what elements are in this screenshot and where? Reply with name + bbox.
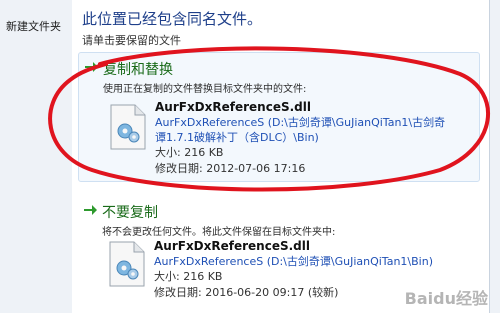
source-file-path-line1: AurFxDxReferenceS (D:\古剑奇谭\GuJianQiTan1\… bbox=[155, 116, 446, 129]
destination-file-name: AurFxDxReferenceS.dll bbox=[154, 239, 310, 253]
source-file-details: AurFxDxReferenceS.dll AurFxDxReferenceS … bbox=[155, 99, 455, 177]
arrow-right-icon bbox=[84, 205, 97, 215]
dialog-heading: 此位置已经包含同名文件。 bbox=[82, 10, 263, 28]
screenshot-stage: 新建文件夹 此位置已经包含同名文件。 请单击要保留的文件 复制和替换 使用正在复… bbox=[0, 0, 500, 313]
dialog-subheading: 请单击要保留的文件 bbox=[82, 34, 181, 47]
dont-copy-title: 不要复制 bbox=[102, 205, 158, 221]
source-file-size: 大小: 216 KB bbox=[155, 146, 224, 159]
arrow-right-icon bbox=[85, 62, 98, 72]
dont-copy-description: 将不会更改任何文件。将此文件保留在目标文件夹中: bbox=[102, 227, 336, 238]
dll-file-icon bbox=[110, 104, 146, 150]
source-file-modified: 修改日期: 2012-07-06 17:16 bbox=[155, 162, 306, 175]
destination-file-path: AurFxDxReferenceS (D:\古剑奇谭\GuJianQiTan1\… bbox=[154, 255, 433, 268]
copy-file-dialog: 此位置已经包含同名文件。 请单击要保留的文件 复制和替换 使用正在复制的文件替换… bbox=[72, 0, 490, 313]
copy-and-replace-title: 复制和替换 bbox=[103, 62, 173, 78]
copy-and-replace-option[interactable]: 复制和替换 使用正在复制的文件替换目标文件夹中的文件: AurFxDxRefer… bbox=[78, 52, 480, 182]
destination-file-size: 大小: 216 KB bbox=[154, 270, 223, 283]
source-file-name: AurFxDxReferenceS.dll bbox=[155, 100, 311, 114]
source-file-path-line2: 谭1.7.1破解补丁（含DLC）\Bin) bbox=[155, 131, 319, 144]
copy-and-replace-description: 使用正在复制的文件替换目标文件夹中的文件: bbox=[103, 84, 307, 95]
dll-file-icon bbox=[109, 241, 145, 287]
explorer-left-pane: 新建文件夹 bbox=[0, 0, 73, 313]
new-folder-button[interactable]: 新建文件夹 bbox=[6, 18, 61, 34]
baidu-watermark: Baidu经验 bbox=[404, 289, 488, 308]
window-right-edge bbox=[489, 0, 500, 313]
